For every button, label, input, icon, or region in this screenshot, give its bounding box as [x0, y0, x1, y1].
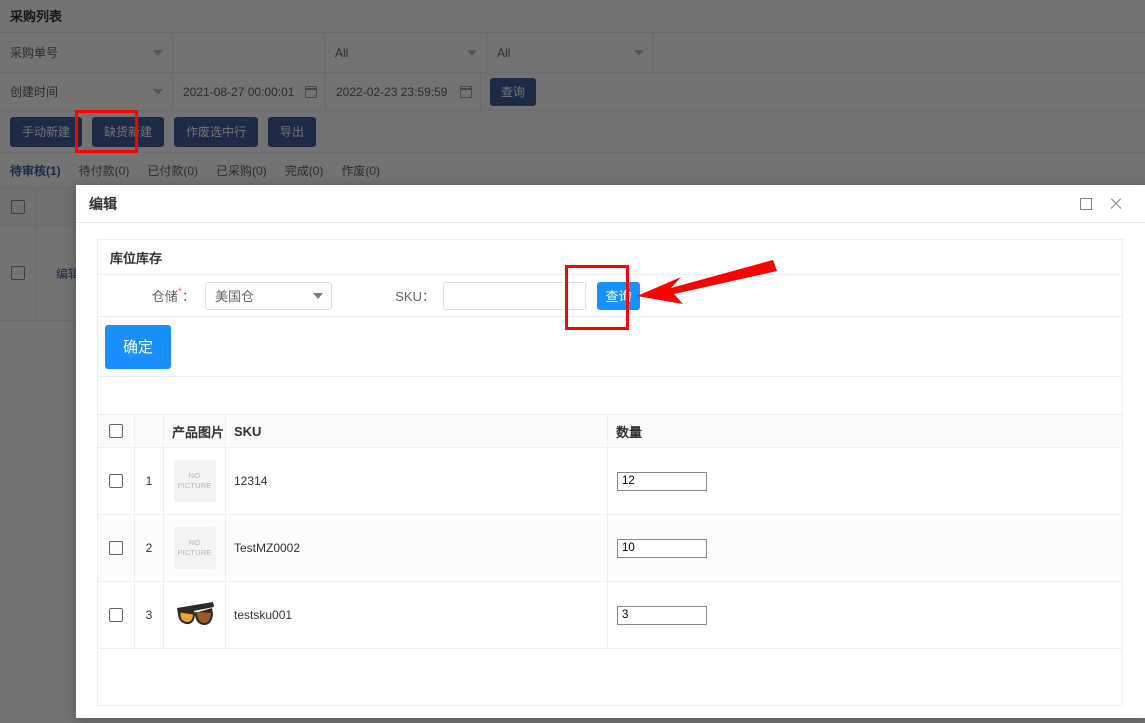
row-index: 2 [135, 515, 164, 581]
confirm-row: 确定 [98, 317, 1122, 377]
row-qty-cell [608, 582, 1122, 648]
no-picture-line1: NO [188, 538, 201, 547]
no-picture-icon: NO PICTURE [173, 460, 216, 502]
row-checkbox[interactable] [109, 541, 123, 555]
maximize-icon [1080, 197, 1092, 210]
warehouse-label-colon: ： [181, 289, 195, 304]
sku-table-select-all-cell[interactable] [98, 415, 135, 447]
row-sku: 12314 [226, 448, 608, 514]
sku-table-footer [98, 649, 1122, 705]
sku-table-sku-header: SKU [226, 415, 608, 447]
row-checkbox[interactable] [109, 608, 123, 622]
close-icon [1109, 197, 1123, 211]
panel-heading: 库位库存 [98, 240, 1122, 275]
row-qty-cell [608, 448, 1122, 514]
query-button[interactable]: 查询 [597, 281, 640, 310]
row-checkbox-cell[interactable] [98, 582, 135, 648]
sku-table-select-all-checkbox[interactable] [109, 424, 123, 438]
warehouse-label-text: 仓储 [151, 289, 178, 304]
warehouse-select[interactable]: 美国仓 [205, 281, 332, 310]
sku-table-header: 产品图片 SKU 数量 [98, 415, 1122, 448]
sunglasses-icon [176, 602, 214, 625]
warehouse-label: 仓储*： [98, 286, 195, 305]
dialog-body: 库位库存 仓储*： 美国仓 SKU： 查询 确定 产品图片 SKU 数量 1 N… [76, 223, 1145, 706]
no-picture-line1: NO [188, 471, 201, 480]
row-checkbox-cell[interactable] [98, 448, 135, 514]
row-qty-input[interactable] [617, 605, 707, 625]
row-checkbox-cell[interactable] [98, 515, 135, 581]
location-inventory-panel: 库位库存 仓储*： 美国仓 SKU： 查询 确定 产品图片 SKU 数量 1 N… [97, 239, 1123, 706]
row-product-image-cell: NO PICTURE [164, 448, 226, 514]
no-picture-icon: NO PICTURE [173, 527, 216, 569]
maximize-button[interactable] [1071, 189, 1101, 219]
row-product-image-cell: NO PICTURE [164, 515, 226, 581]
sku-table-index-header [135, 415, 164, 447]
screen-root: 采购列表 采购单号 All All 创建时间 [0, 0, 1145, 723]
dialog-title: 编辑 [89, 195, 117, 212]
row-sku: testsku001 [226, 582, 608, 648]
query-form-row: 仓储*： 美国仓 SKU： 查询 [98, 275, 1122, 317]
panel-spacer-row [98, 377, 1122, 415]
no-picture-line2: PICTURE [177, 481, 212, 490]
edit-dialog: 编辑 库位库存 仓储*： 美国仓 SKU： 查询 确定 产品图片 SKU 数量 … [76, 185, 1145, 718]
table-row[interactable]: 3 testsku001 [98, 582, 1122, 649]
row-sku: TestMZ0002 [226, 515, 608, 581]
chevron-down-icon [313, 292, 323, 299]
confirm-button[interactable]: 确定 [105, 324, 171, 369]
row-checkbox[interactable] [109, 474, 123, 488]
row-qty-input[interactable] [617, 538, 707, 558]
row-product-image-cell [164, 582, 226, 648]
row-index: 1 [135, 448, 164, 514]
table-row[interactable]: 1 NO PICTURE 12314 [98, 448, 1122, 515]
table-row[interactable]: 2 NO PICTURE TestMZ0002 [98, 515, 1122, 582]
close-button[interactable] [1101, 189, 1131, 219]
no-picture-line2: PICTURE [177, 548, 212, 557]
row-index: 3 [135, 582, 164, 648]
row-qty-input[interactable] [617, 471, 707, 491]
sku-label: SKU： [395, 289, 435, 304]
sku-table-image-header: 产品图片 [164, 415, 226, 447]
sku-input[interactable] [443, 281, 586, 310]
warehouse-select-value: 美国仓 [215, 289, 255, 304]
dialog-titlebar: 编辑 [76, 185, 1145, 223]
sku-table-qty-header: 数量 [616, 424, 643, 440]
row-qty-cell [608, 515, 1122, 581]
